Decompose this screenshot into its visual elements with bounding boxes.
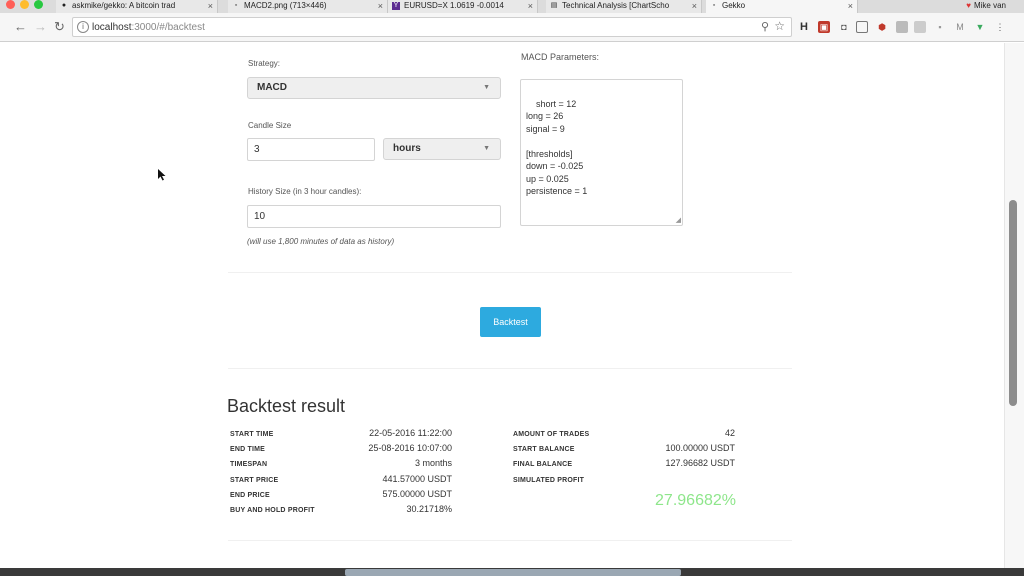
- forward-arrow-icon[interactable]: →: [34, 19, 47, 35]
- tab-macd-image[interactable]: ▫ MACD2.png (713×446) ×: [228, 0, 388, 13]
- heart-icon: ♥: [966, 1, 971, 10]
- start-price-label: START PRICE: [230, 477, 279, 484]
- extension-grey-icon[interactable]: [914, 21, 926, 33]
- candle-size-input[interactable]: 3: [247, 138, 375, 161]
- divider: [228, 368, 792, 369]
- divider: [228, 272, 792, 273]
- candle-unit-value: hours: [393, 143, 421, 154]
- extension-red-icon[interactable]: ▣: [818, 21, 830, 33]
- close-window-icon[interactable]: [6, 0, 15, 9]
- pocket-icon[interactable]: ◘: [838, 21, 850, 33]
- start-balance-value: 100.00000 USDT: [665, 443, 735, 453]
- tab-gekko[interactable]: ▫ Gekko ×: [706, 0, 858, 13]
- backtest-button[interactable]: Backtest: [480, 307, 541, 337]
- start-price-value: 441.57000 USDT: [382, 474, 452, 484]
- close-tab-icon[interactable]: ×: [848, 0, 853, 12]
- tab-github[interactable]: ● askmike/gekko: A bitcoin trad ×: [56, 0, 218, 13]
- close-tab-icon[interactable]: ×: [378, 0, 383, 12]
- history-size-label: History Size (in 3 hour candles):: [248, 187, 362, 196]
- tab-technical-analysis[interactable]: ▤ Technical Analysis [ChartScho ×: [546, 0, 702, 13]
- simulated-profit-label: SIMULATED PROFIT: [513, 477, 585, 484]
- macd-parameters-text: short = 12 long = 26 signal = 9 [thresho…: [526, 98, 588, 197]
- back-arrow-icon[interactable]: ←: [14, 19, 27, 35]
- search-icon[interactable]: ⚲: [761, 20, 769, 33]
- start-time-label: START TIME: [230, 431, 274, 438]
- divider: [228, 540, 792, 541]
- chevron-down-icon: ▼: [483, 84, 490, 91]
- page-icon: ▫: [712, 2, 716, 9]
- start-balance-label: START BALANCE: [513, 446, 575, 453]
- browser-toolbar: ← → ↻ i localhost:3000/#/backtest ⚲ ☆ H …: [0, 13, 1024, 42]
- timespan-value: 3 months: [414, 458, 452, 468]
- backtest-result-title: Backtest result: [227, 396, 346, 416]
- candle-size-label: Candle Size: [248, 121, 292, 130]
- history-size-hint: (will use 1,800 minutes of data as histo…: [247, 237, 395, 246]
- strategy-value: MACD: [257, 82, 287, 93]
- url-text[interactable]: localhost:3000/#/backtest: [92, 21, 205, 34]
- tab-eurusd[interactable]: Y EURUSD=X 1.0619 -0.0014 ×: [388, 0, 538, 13]
- scrollbar-thumb[interactable]: [1009, 200, 1017, 406]
- page-icon: ▫: [234, 2, 238, 9]
- start-time-value: 22-05-2016 11:22:00: [369, 428, 452, 438]
- strategy-select[interactable]: MACD ▼: [247, 77, 501, 99]
- macd-parameters-label: MACD Parameters:: [521, 52, 600, 62]
- candle-unit-select[interactable]: hours ▼: [383, 138, 501, 160]
- macd-parameters-textarea[interactable]: short = 12 long = 26 signal = 9 [thresho…: [520, 79, 683, 226]
- chart-icon: ▤: [550, 2, 558, 9]
- dock-icons[interactable]: [345, 569, 681, 576]
- buy-and-hold-profit-label: BUY AND HOLD PROFIT: [230, 507, 315, 514]
- history-size-input[interactable]: 10: [247, 205, 501, 228]
- close-tab-icon[interactable]: ×: [208, 0, 213, 12]
- os-dock: [0, 568, 1024, 576]
- menu-icon[interactable]: ⋮: [994, 21, 1006, 33]
- strategy-label: Strategy:: [248, 59, 281, 68]
- reload-icon[interactable]: ↻: [54, 19, 65, 35]
- final-balance-value: 127.96682 USDT: [665, 458, 735, 468]
- end-time-label: END TIME: [230, 446, 266, 453]
- end-price-value: 575.00000 USDT: [382, 489, 452, 499]
- maximize-window-icon[interactable]: [34, 0, 43, 9]
- end-price-label: END PRICE: [230, 492, 270, 499]
- close-tab-icon[interactable]: ×: [692, 0, 697, 12]
- amount-of-trades-label: AMOUNT OF TRADES: [513, 431, 590, 438]
- amount-of-trades-value: 42: [724, 428, 735, 438]
- extension-box-icon[interactable]: [856, 21, 868, 33]
- address-bar[interactable]: i localhost:3000/#/backtest ⚲ ☆: [72, 17, 792, 37]
- resize-grip-icon[interactable]: ◢: [676, 217, 681, 224]
- timespan-label: TIMESPAN: [230, 461, 268, 468]
- extension-grey-icon[interactable]: [896, 21, 908, 33]
- extension-dots-icon[interactable]: ▪: [934, 21, 946, 33]
- tab-bar: ● askmike/gekko: A bitcoin trad × ▫ MACD…: [0, 0, 1024, 13]
- profile-button[interactable]: ♥ Mike van: [966, 0, 1006, 12]
- info-icon[interactable]: i: [77, 21, 89, 33]
- end-time-value: 25-08-2016 10:07:00: [368, 443, 452, 453]
- final-balance-label: FINAL BALANCE: [513, 461, 573, 468]
- backtest-page: Strategy: MACD ▼ Candle Size 3 hours ▼ H…: [0, 43, 1004, 568]
- mouse-cursor-icon: [158, 169, 166, 181]
- chevron-down-icon: ▼: [483, 145, 490, 152]
- yahoo-icon: Y: [392, 2, 400, 10]
- github-icon: ●: [61, 2, 67, 9]
- extension-h-icon[interactable]: H: [798, 21, 810, 33]
- simulated-profit-value: 27.96682%: [655, 492, 736, 509]
- extension-m-icon[interactable]: M: [954, 21, 966, 33]
- page-scrollbar[interactable]: [1004, 43, 1024, 568]
- minimize-window-icon[interactable]: [20, 0, 29, 9]
- vue-devtools-icon[interactable]: ▼: [974, 21, 986, 33]
- buy-and-hold-profit-value: 30.21718%: [406, 504, 452, 514]
- star-icon[interactable]: ☆: [774, 19, 785, 33]
- close-tab-icon[interactable]: ×: [528, 0, 533, 12]
- shield-icon[interactable]: ⬢: [876, 21, 888, 33]
